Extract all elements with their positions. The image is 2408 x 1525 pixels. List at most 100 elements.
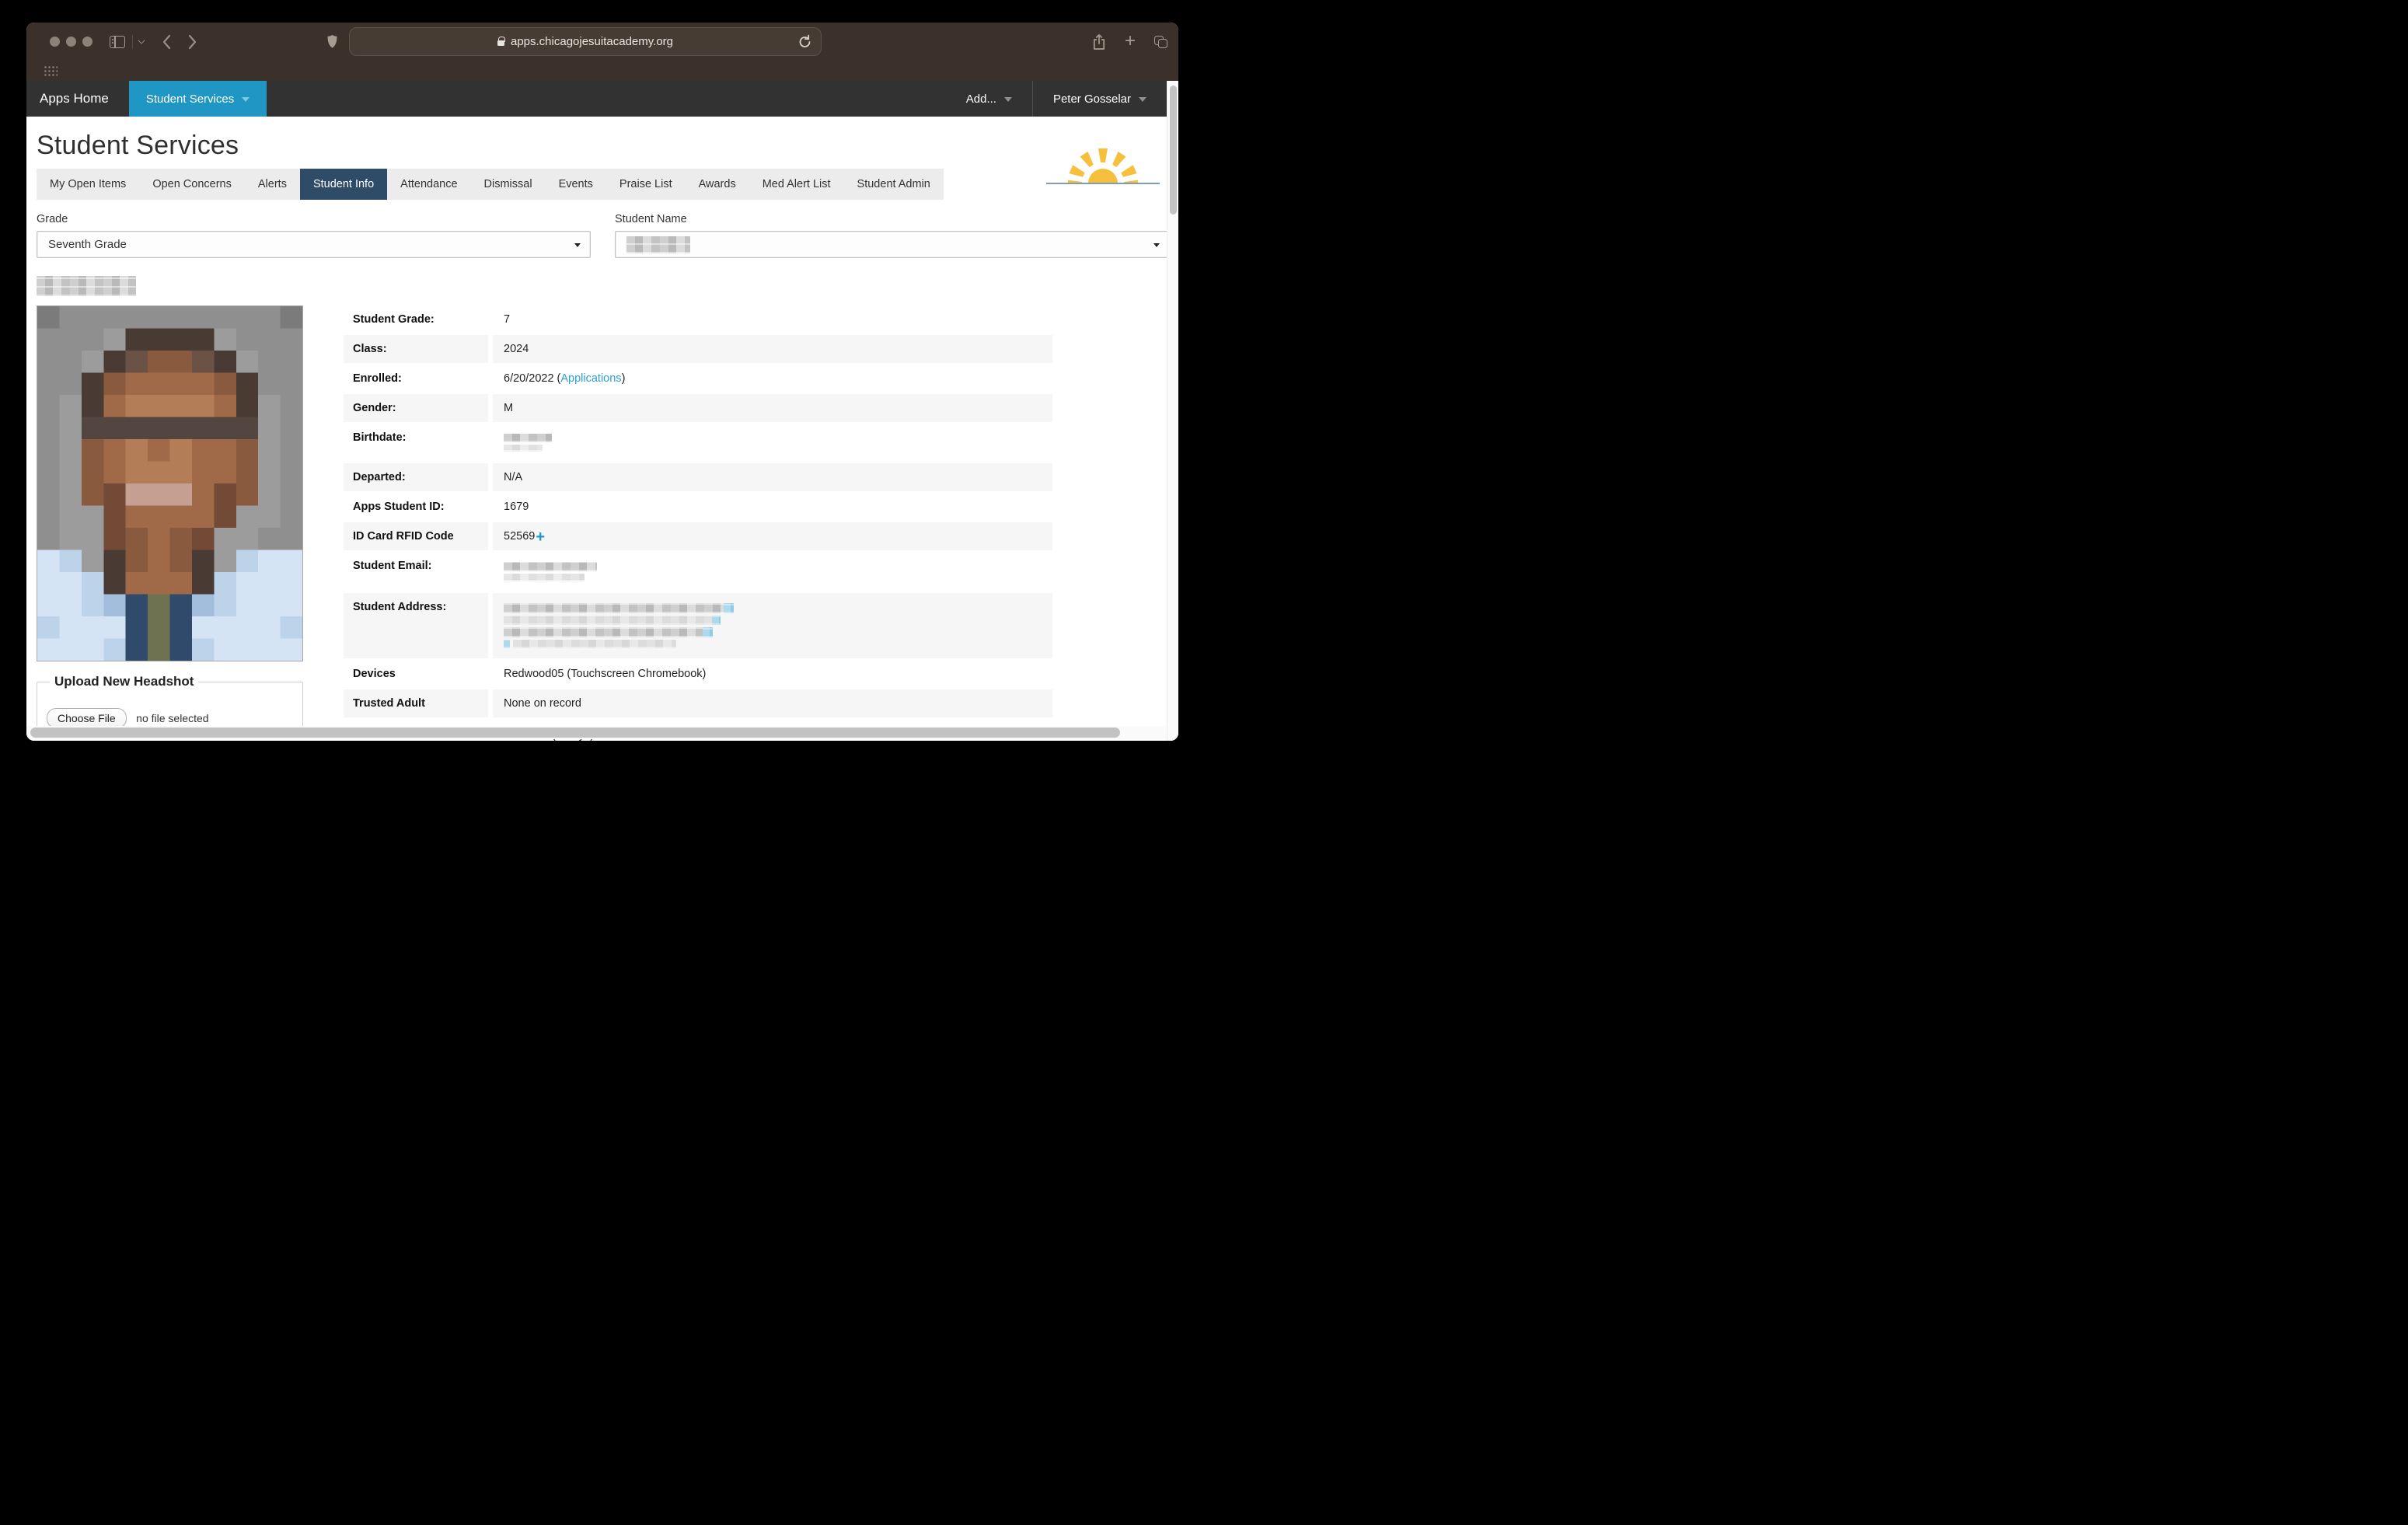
detail-label: Apps Student ID: bbox=[353, 501, 445, 513]
grade-select-value: Seventh Grade bbox=[48, 238, 127, 251]
student-photo bbox=[37, 305, 303, 661]
traffic-lights[interactable] bbox=[50, 37, 92, 47]
student-name-select[interactable] bbox=[615, 231, 1170, 258]
redacted-text bbox=[504, 627, 703, 637]
detail-value: 2024 bbox=[493, 335, 1052, 363]
detail-label: Student Grade: bbox=[353, 313, 434, 326]
browser-chrome: apps.chicagojesuitacademy.org + bbox=[26, 23, 1178, 81]
redacted-text bbox=[504, 562, 597, 571]
detail-value bbox=[493, 424, 1052, 462]
url-text: apps.chicagojesuitacademy.org bbox=[510, 35, 673, 48]
minimize-window-icon[interactable] bbox=[66, 37, 76, 47]
redacted-text bbox=[712, 616, 721, 625]
lock-icon bbox=[497, 36, 505, 46]
detail-value: 1679 bbox=[504, 501, 529, 513]
sidebar-toggle-icon[interactable] bbox=[110, 35, 125, 48]
tab-group-chevron-icon[interactable] bbox=[138, 37, 145, 44]
student-name-label: Student Name bbox=[615, 213, 687, 225]
browser-toolbar: apps.chicagojesuitacademy.org + bbox=[26, 23, 1178, 61]
detail-label: Birthdate: bbox=[353, 431, 407, 444]
forward-button[interactable] bbox=[188, 34, 197, 50]
detail-label: Student Address: bbox=[344, 593, 488, 658]
vertical-scrollbar[interactable] bbox=[1167, 81, 1178, 741]
privacy-shield-icon[interactable] bbox=[326, 34, 338, 49]
grade-label: Grade bbox=[37, 213, 68, 225]
horizontal-scrollbar-thumb[interactable] bbox=[30, 728, 1120, 738]
detail-row: Class: 2024 bbox=[344, 335, 1052, 363]
detail-value: 52569+ bbox=[493, 522, 1052, 550]
web-page: Apps Home Student Services Add... Peter … bbox=[26, 81, 1178, 741]
tab-praise-list[interactable]: Praise List bbox=[606, 169, 686, 200]
grade-select[interactable]: Seventh Grade bbox=[37, 231, 591, 258]
vertical-scrollbar-thumb[interactable] bbox=[1169, 85, 1177, 215]
nav-add-menu[interactable]: Add... bbox=[946, 81, 1032, 117]
redacted-text bbox=[504, 445, 543, 452]
close-window-icon[interactable] bbox=[50, 37, 60, 47]
reload-icon[interactable] bbox=[798, 34, 812, 50]
tab-alerts[interactable]: Alerts bbox=[245, 169, 300, 200]
detail-row: Enrolled: 6/20/2022 (Applications) bbox=[344, 365, 1052, 393]
detail-value: Redwood05 (Touchscreen Chromebook) bbox=[504, 668, 707, 680]
detail-row: Student Grade: 7 bbox=[344, 305, 1052, 333]
detail-row: Trusted Adult None on record bbox=[344, 689, 1052, 717]
upload-headshot-legend: Upload New Headshot bbox=[54, 674, 194, 689]
chevron-down-icon bbox=[1003, 97, 1012, 102]
detail-row: Departed: N/A bbox=[344, 463, 1052, 491]
detail-label: ID Card RFID Code bbox=[344, 522, 488, 550]
detail-label: Trusted Adult bbox=[344, 689, 488, 717]
detail-row: ID Card RFID Code 52569+ bbox=[344, 522, 1052, 550]
redacted-text bbox=[513, 640, 676, 648]
applications-link[interactable]: Applications bbox=[560, 372, 621, 385]
detail-value bbox=[493, 552, 1052, 592]
section-tabs: My Open Items Open Concerns Alerts Student … bbox=[37, 169, 944, 200]
add-rfid-icon[interactable]: + bbox=[536, 529, 545, 546]
sun-icon bbox=[1067, 148, 1139, 183]
apps-grid-favicon[interactable] bbox=[44, 65, 58, 77]
page-content: Student Services My Open Items Open Conc… bbox=[26, 131, 1178, 741]
tab-student-info[interactable]: Student Info bbox=[299, 169, 388, 200]
detail-label: Enrolled: bbox=[353, 372, 402, 385]
tab-overview-icon[interactable] bbox=[1154, 35, 1167, 48]
chevron-down-icon bbox=[574, 243, 581, 247]
detail-value: None on record bbox=[493, 689, 1052, 717]
detail-value: N/A bbox=[493, 463, 1052, 491]
redacted-text bbox=[504, 616, 712, 625]
favorites-bar bbox=[26, 61, 1178, 81]
nav-student-services-menu[interactable]: Student Services bbox=[128, 81, 267, 117]
detail-row: Devices Redwood05 (Touchscreen Chromebook… bbox=[344, 660, 1052, 688]
tab-med-alert-list[interactable]: Med Alert List bbox=[749, 169, 844, 200]
chevron-down-icon bbox=[1139, 97, 1146, 102]
browser-window: apps.chicagojesuitacademy.org + Apps Hom… bbox=[26, 23, 1178, 741]
toolbar-divider bbox=[132, 34, 133, 49]
detail-row: Student Email: bbox=[344, 552, 1052, 592]
nav-apps-home[interactable]: Apps Home bbox=[26, 81, 129, 117]
detail-value: 6/20/2022 (Applications) bbox=[504, 372, 626, 385]
tab-attendance[interactable]: Attendance bbox=[387, 169, 470, 200]
detail-label: Class: bbox=[344, 335, 488, 363]
app-navbar: Apps Home Student Services Add... Peter … bbox=[26, 81, 1167, 117]
redacted-student-name bbox=[37, 276, 136, 296]
zoom-window-icon[interactable] bbox=[82, 37, 92, 47]
address-bar[interactable]: apps.chicagojesuitacademy.org bbox=[349, 27, 822, 56]
tab-my-open-items[interactable]: My Open Items bbox=[37, 169, 139, 200]
filters: Grade Seventh Grade Student Name bbox=[37, 213, 1178, 258]
detail-row: Apps Student ID: 1679 bbox=[344, 493, 1052, 521]
detail-value: 7 bbox=[504, 313, 511, 326]
page-title: Student Services bbox=[37, 131, 239, 160]
redacted-text bbox=[724, 603, 734, 613]
tab-open-concerns[interactable]: Open Concerns bbox=[139, 169, 245, 200]
detail-label: Departed: bbox=[344, 463, 488, 491]
tab-events[interactable]: Events bbox=[546, 169, 606, 200]
new-tab-icon[interactable]: + bbox=[1125, 31, 1136, 51]
detail-row: Gender: M bbox=[344, 394, 1052, 422]
share-icon[interactable] bbox=[1092, 33, 1106, 51]
redacted-text bbox=[504, 640, 510, 648]
redacted-student-name-value bbox=[626, 236, 690, 253]
tab-student-admin[interactable]: Student Admin bbox=[844, 169, 944, 200]
nav-user-menu[interactable]: Peter Gosselar bbox=[1033, 81, 1167, 117]
horizontal-scrollbar[interactable] bbox=[26, 726, 1167, 739]
tab-awards[interactable]: Awards bbox=[686, 169, 749, 200]
back-button[interactable] bbox=[162, 34, 171, 50]
redacted-text bbox=[703, 627, 713, 637]
tab-dismissal[interactable]: Dismissal bbox=[471, 169, 546, 200]
